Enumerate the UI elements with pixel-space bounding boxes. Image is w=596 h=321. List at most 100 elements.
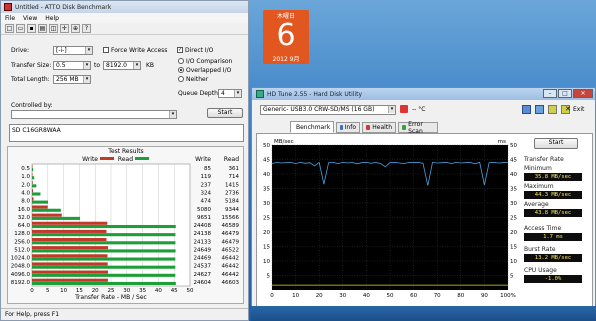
- print-icon[interactable]: ▤: [38, 24, 47, 33]
- calendar-day: 6: [276, 18, 296, 53]
- chevron-down-icon: ▾: [133, 62, 140, 69]
- category-label: 4.0: [21, 191, 30, 197]
- read-bar: [32, 200, 48, 204]
- hdtune-app-icon: [256, 90, 264, 98]
- device-description-box[interactable]: SD C16GR8WAA: [9, 124, 244, 142]
- chevron-down-icon: ▾: [388, 106, 395, 113]
- tab-info[interactable]: Info: [336, 122, 360, 133]
- calendar-gadget[interactable]: 木曜日 6 2012 9月: [259, 6, 317, 72]
- category-label: 512.0: [14, 247, 30, 253]
- read-bar: [32, 168, 34, 172]
- category-label: 4096.0: [11, 272, 31, 278]
- write-legend-swatch: [100, 157, 114, 160]
- zoom-icon[interactable]: ⊕: [71, 24, 80, 33]
- x-tick-label: 0: [30, 288, 34, 294]
- close-button[interactable]: ✕: [573, 89, 593, 98]
- read-value: 1415: [225, 182, 239, 188]
- tab-health[interactable]: Health: [362, 122, 396, 133]
- read-bar: [32, 224, 176, 229]
- help-icon[interactable]: ?: [82, 24, 91, 33]
- tab-error-scan[interactable]: Error Scan: [398, 121, 438, 135]
- menu-help[interactable]: Help: [45, 15, 59, 22]
- category-label: 64.0: [18, 223, 31, 229]
- drive-select[interactable]: [-i-] ▾: [53, 46, 93, 55]
- menu-file[interactable]: File: [5, 15, 15, 22]
- category-label: 2048.0: [11, 264, 31, 270]
- new-icon[interactable]: □: [5, 24, 14, 33]
- preview-icon[interactable]: ◫: [49, 24, 58, 33]
- burst-rate-value: 13.2 MB/sec: [524, 254, 582, 262]
- exit-icon[interactable]: ✕: [565, 105, 571, 113]
- y2-tick-label: 10: [510, 259, 517, 265]
- maximize-button[interactable]: □: [558, 89, 572, 98]
- device-text: SD C16GR8WAA: [12, 127, 61, 134]
- minimize-button[interactable]: –: [543, 89, 557, 98]
- drive-value: [-i-]: [56, 47, 67, 54]
- exit-label[interactable]: Exit: [573, 106, 584, 113]
- read-value: 361: [229, 166, 240, 172]
- maximum-value: 44.3 MB/sec: [524, 191, 582, 199]
- write-bar: [32, 221, 108, 225]
- read-value: 5184: [225, 199, 239, 205]
- category-label: 1.0: [21, 174, 30, 180]
- neither-radio[interactable]: [178, 76, 184, 82]
- menu-view[interactable]: View: [23, 15, 37, 22]
- controlled-by-select[interactable]: ▾: [11, 110, 177, 119]
- info-icon: [340, 125, 343, 130]
- minimum-value: 35.8 MB/sec: [524, 173, 582, 181]
- transfer-from-select[interactable]: 0.5 ▾: [53, 61, 91, 70]
- queue-depth-select[interactable]: 4 ▾: [218, 89, 242, 98]
- access-time-value: 1.7 ms: [524, 233, 582, 241]
- calendar-page: 木曜日 6 2012 9月: [263, 10, 309, 64]
- read-bar: [32, 273, 176, 277]
- calendar-month-year: 2012 9月: [272, 56, 300, 63]
- transfer-size-label: Transfer Size:: [11, 62, 52, 69]
- read-value: 46603: [222, 280, 240, 286]
- x-tick-label: 30: [339, 293, 346, 299]
- tab-benchmark[interactable]: Benchmark: [290, 121, 334, 133]
- overlapped-io-radio[interactable]: [178, 67, 184, 73]
- start-button[interactable]: Start: [207, 108, 243, 118]
- transfer-to-select[interactable]: 8192.0 ▾: [103, 61, 141, 70]
- write-value: 24469: [194, 256, 212, 262]
- read-legend-label: Read: [118, 156, 133, 163]
- test-results-panel: Test Results Write Read Write Read 0 5 10 15 20 25…: [7, 146, 244, 304]
- open-icon[interactable]: ▭: [16, 24, 25, 33]
- x-tick-label: 50: [387, 293, 394, 299]
- io-comparison-label: I/O Comparison: [186, 58, 233, 65]
- read-value: 46522: [222, 247, 240, 253]
- queue-depth-label: Queue Depth:: [178, 90, 220, 97]
- y-tick-label: 40: [263, 172, 270, 178]
- x-tick-label: 90: [481, 293, 488, 299]
- read-value: 15566: [222, 215, 240, 221]
- device-select[interactable]: Generic- USB3.0 CRW-SD/MS (16 GB) ▾: [260, 105, 396, 115]
- category-label: 16.0: [18, 207, 31, 213]
- write-bar: [32, 181, 33, 185]
- write-value: 119: [201, 174, 212, 180]
- chevron-down-icon: ▾: [85, 47, 92, 54]
- write-legend-label: Write: [82, 156, 98, 163]
- hdtune-start-button[interactable]: Start: [534, 138, 578, 149]
- y2-tick-label: 40: [510, 172, 517, 178]
- temperature: -- °C: [412, 106, 426, 113]
- io-comparison-radio[interactable]: [178, 58, 184, 64]
- direct-io-checkbox[interactable]: ✓: [177, 47, 183, 53]
- total-length-select[interactable]: 256 MB ▾: [53, 75, 91, 84]
- y-tick-label: 10: [263, 259, 270, 265]
- x-tick-label: 80: [457, 293, 464, 299]
- info-icon[interactable]: [522, 105, 531, 114]
- options-icon[interactable]: [548, 105, 557, 114]
- x-tick-label: 10: [292, 293, 299, 299]
- y-tick-label: 30: [263, 201, 270, 207]
- read-bar: [32, 176, 35, 180]
- copy-icon[interactable]: [535, 105, 544, 114]
- force-write-checkbox[interactable]: [103, 47, 109, 53]
- category-label: 8192.0: [11, 280, 31, 286]
- y2-tick-label: 5: [510, 274, 514, 280]
- move-icon[interactable]: ✛: [60, 24, 69, 33]
- direct-io-label: Direct I/O: [185, 47, 214, 54]
- average-label: Average: [524, 201, 549, 208]
- transfer-to-value: 8192.0: [106, 62, 127, 69]
- save-icon[interactable]: ▪: [27, 24, 36, 33]
- read-bar: [32, 192, 41, 196]
